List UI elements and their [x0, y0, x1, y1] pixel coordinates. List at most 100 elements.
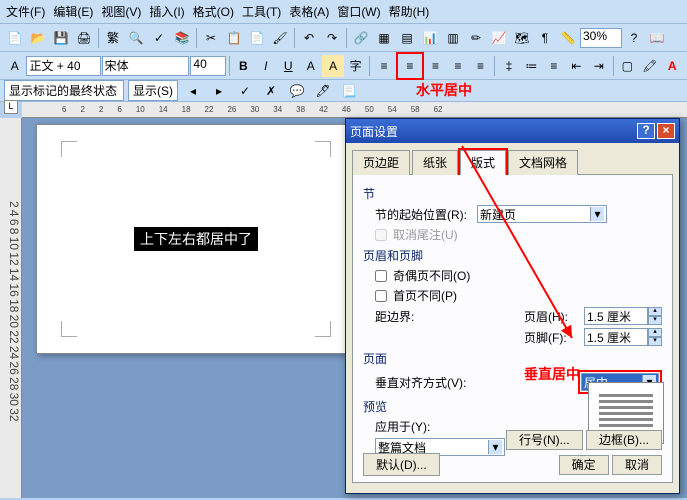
highlight-icon[interactable]: 🖍: [639, 55, 660, 77]
show-select[interactable]: 显示(S): [128, 80, 178, 101]
menu-table[interactable]: 表格(A): [289, 3, 329, 20]
selected-text[interactable]: 上下左右都居中了: [134, 227, 258, 251]
reviewing-toolbar: 显示标记的最终状态 显示(S) ◂ ▸ ✓ ✗ 💬 🖊 📃 水平居中: [0, 80, 687, 102]
link-icon[interactable]: 🔗: [350, 27, 372, 49]
line-spacing-icon[interactable]: ‡: [498, 55, 519, 77]
track-changes-select[interactable]: 显示标记的最终状态: [4, 80, 124, 101]
odd-even-checkbox[interactable]: [375, 270, 387, 282]
border-a-icon[interactable]: A: [300, 55, 321, 77]
excel-icon[interactable]: 📊: [419, 27, 441, 49]
menu-window[interactable]: 窗口(W): [337, 3, 380, 20]
redo-icon[interactable]: ↷: [321, 27, 343, 49]
section-start-label: 节的起始位置(R):: [375, 206, 471, 223]
chart-icon[interactable]: 📈: [488, 27, 510, 49]
underline-icon[interactable]: U: [278, 55, 299, 77]
prev-change-icon[interactable]: ◂: [182, 80, 204, 102]
menu-bar: 文件(F) 编辑(E) 视图(V) 插入(I) 格式(O) 工具(T) 表格(A…: [0, 0, 687, 24]
tab-margins[interactable]: 页边距: [352, 150, 410, 175]
standard-toolbar: 📄 📂 💾 🖨 繁 🔍 ✓ 📚 ✂ 📋 📄 🖌 ↶ ↷ 🔗 ▦ ▤ 📊 ▥ ✏ …: [0, 24, 687, 52]
tab-layout[interactable]: 版式: [460, 150, 506, 175]
menu-help[interactable]: 帮助(H): [389, 3, 430, 20]
paste-icon[interactable]: 📄: [246, 27, 268, 49]
justify-icon[interactable]: ≡: [447, 55, 468, 77]
italic-icon[interactable]: I: [255, 55, 276, 77]
new-icon[interactable]: 📄: [4, 27, 26, 49]
align-left-icon[interactable]: ≡: [373, 55, 394, 77]
dialog-title: 页面设置: [350, 123, 398, 140]
ruler-icon[interactable]: 📏: [557, 27, 579, 49]
help-button[interactable]: ?: [637, 123, 655, 139]
help-icon[interactable]: ?: [623, 27, 645, 49]
balloon-icon[interactable]: 📃: [338, 80, 360, 102]
font-select[interactable]: 宋体: [102, 56, 190, 76]
tab-paper[interactable]: 纸张: [412, 150, 458, 175]
distribute-icon[interactable]: ≡: [470, 55, 491, 77]
outdent-icon[interactable]: ⇤: [566, 55, 587, 77]
research-icon[interactable]: 📚: [171, 27, 193, 49]
copy-icon[interactable]: 📋: [223, 27, 245, 49]
vertical-ruler[interactable]: 2 4 6 8 10 12 14 16 18 20 22 24 26 28 30…: [0, 118, 22, 498]
preview-icon[interactable]: 🔍: [125, 27, 147, 49]
doc-map-icon[interactable]: 🗺: [511, 27, 533, 49]
menu-format[interactable]: 格式(O): [193, 3, 234, 20]
numbering-icon[interactable]: ≔: [521, 55, 542, 77]
next-change-icon[interactable]: ▸: [208, 80, 230, 102]
menu-edit[interactable]: 编辑(E): [53, 3, 93, 20]
insert-table-icon[interactable]: ▤: [396, 27, 418, 49]
save-icon[interactable]: 💾: [50, 27, 72, 49]
document-page[interactable]: 上下左右都居中了: [36, 124, 356, 354]
menu-tools[interactable]: 工具(T): [242, 3, 281, 20]
align-center-icon[interactable]: ≡: [399, 55, 421, 77]
bold-icon[interactable]: B: [233, 55, 254, 77]
menu-view[interactable]: 视图(V): [101, 3, 141, 20]
comment-icon[interactable]: 💬: [286, 80, 308, 102]
undo-icon[interactable]: ↶: [298, 27, 320, 49]
spell-icon[interactable]: ✓: [148, 27, 170, 49]
vertical-align-label: 垂直对齐方式(V):: [375, 374, 471, 391]
footer-label: 页脚(F):: [524, 329, 578, 346]
bullets-icon[interactable]: ≡: [543, 55, 564, 77]
drawing-icon[interactable]: ✏: [465, 27, 487, 49]
header-spinner[interactable]: 1.5 厘米▴▾: [584, 307, 662, 325]
reject-icon[interactable]: ✗: [260, 80, 282, 102]
default-button[interactable]: 默认(D)...: [363, 453, 440, 476]
borders-icon[interactable]: ▢: [617, 55, 638, 77]
print-icon[interactable]: 🖨: [73, 27, 95, 49]
columns-icon[interactable]: ▥: [442, 27, 464, 49]
font-size-select[interactable]: 40: [190, 56, 225, 76]
accept-icon[interactable]: ✓: [234, 80, 256, 102]
style-select[interactable]: 正文 + 40: [26, 56, 100, 76]
horizontal-ruler[interactable]: 62261014182226303438424650545862: [22, 102, 687, 118]
borders-button[interactable]: 边框(B)...: [586, 430, 662, 450]
font-effect-icon[interactable]: 字: [345, 55, 366, 77]
track-icon[interactable]: 🖊: [312, 80, 334, 102]
footer-spinner[interactable]: 1.5 厘米▴▾: [584, 328, 662, 346]
style-icon[interactable]: A: [4, 55, 25, 77]
header-label: 页眉(H):: [524, 308, 578, 325]
first-page-checkbox[interactable]: [375, 290, 387, 302]
table-icon[interactable]: ▦: [373, 27, 395, 49]
ok-button[interactable]: 确定: [559, 455, 609, 475]
zoom-input[interactable]: 30%: [580, 28, 622, 48]
align-right-icon[interactable]: ≡: [425, 55, 446, 77]
char-shading-icon[interactable]: A: [322, 55, 343, 77]
para-icon[interactable]: ¶: [534, 27, 556, 49]
odd-even-label: 奇偶页不同(O): [393, 267, 489, 284]
menu-insert[interactable]: 插入(I): [149, 3, 184, 20]
close-button[interactable]: ×: [657, 123, 675, 139]
dialog-tabs: 页边距 纸张 版式 文档网格: [352, 149, 673, 175]
cancel-button[interactable]: 取消: [612, 455, 662, 475]
format-painter-icon[interactable]: 🖌: [269, 27, 291, 49]
trad-icon[interactable]: 繁: [102, 27, 124, 49]
indent-icon[interactable]: ⇥: [588, 55, 609, 77]
section-start-select[interactable]: 新建页▾: [477, 205, 607, 223]
cut-icon[interactable]: ✂: [200, 27, 222, 49]
line-numbers-button[interactable]: 行号(N)...: [506, 430, 583, 450]
header-footer-group: 页眉和页脚: [363, 247, 662, 264]
read-icon[interactable]: 📖: [646, 27, 668, 49]
dialog-titlebar[interactable]: 页面设置 ? ×: [346, 119, 679, 143]
font-color-icon[interactable]: A: [661, 55, 682, 77]
open-icon[interactable]: 📂: [27, 27, 49, 49]
tab-grid[interactable]: 文档网格: [508, 150, 578, 175]
menu-file[interactable]: 文件(F): [6, 3, 45, 20]
